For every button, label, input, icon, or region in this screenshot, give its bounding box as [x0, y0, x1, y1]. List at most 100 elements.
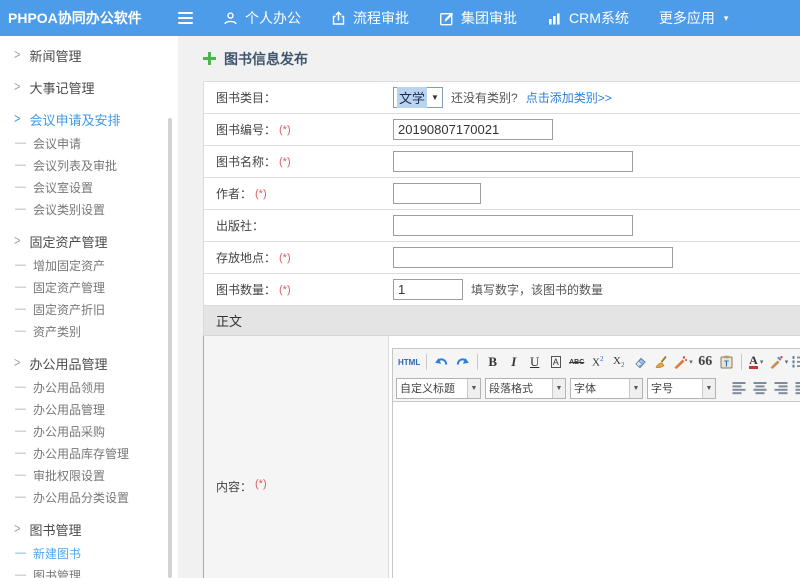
sidebar-item-label: 资产类别	[33, 323, 81, 340]
align-center-button[interactable]	[750, 378, 769, 398]
page-title: 图书信息发布	[203, 36, 800, 81]
bold-button[interactable]: B	[483, 352, 502, 372]
field-label-text: 图书名称：	[216, 153, 276, 170]
sidebar-item-label: 增加固定资产	[33, 257, 105, 274]
menu-item-label: CRM系统	[569, 8, 629, 28]
caret-down-icon: ▼	[702, 379, 715, 398]
format-clear-button[interactable]	[651, 352, 670, 372]
sidebar-item[interactable]: —办公用品分类设置	[0, 486, 178, 508]
font-size-select[interactable]: 字号▼	[647, 378, 716, 399]
sidebar-item-label: 办公用品领用	[33, 379, 105, 396]
blockquote-button[interactable]: 66	[696, 352, 715, 372]
custom-title-select[interactable]: 自定义标题▼	[396, 378, 481, 399]
sidebar-group-6[interactable]: >图书管理	[0, 518, 178, 540]
editor-content-area[interactable]	[393, 401, 800, 578]
sidebar-item[interactable]: —会议类别设置	[0, 198, 178, 220]
quantity-input[interactable]	[393, 279, 463, 300]
sidebar-item[interactable]: —图书管理	[0, 564, 178, 578]
sidebar-item[interactable]: —会议列表及审批	[0, 154, 178, 176]
sidebar-item[interactable]: —审批权限设置	[0, 464, 178, 486]
toolbar-separator	[477, 354, 478, 370]
underline-button[interactable]: U	[525, 352, 544, 372]
redo-button[interactable]	[453, 352, 472, 372]
align-justify-button[interactable]	[792, 378, 800, 398]
dash-icon: —	[15, 325, 26, 337]
sidebar-item[interactable]: — 资产类别	[0, 320, 178, 342]
chart-icon	[547, 11, 562, 26]
menu-item-crm-system[interactable]: CRM系统	[547, 8, 629, 28]
source-code-button[interactable]: HTML	[397, 352, 421, 372]
dash-icon: —	[15, 203, 26, 215]
sidebar-item[interactable]: —办公用品领用	[0, 376, 178, 398]
alignj-icon	[795, 381, 800, 395]
char-border-button[interactable]: A	[546, 352, 565, 372]
dash-icon: —	[15, 447, 26, 459]
sidebar-item-label: 会议室设置	[33, 179, 93, 196]
sidebar-group-label: 办公用品管理	[29, 354, 107, 373]
menu-item-label: 集团审批	[461, 8, 517, 28]
paint-format-button[interactable]: ▾	[672, 352, 694, 372]
dash-icon: —	[15, 569, 26, 578]
caret-down-icon: ▼	[428, 93, 442, 102]
form-row: 图书编号：(*)	[203, 114, 800, 146]
ordered-list-button[interactable]: ▾	[791, 352, 800, 372]
sidebar-item[interactable]: —增加固定资产	[0, 254, 178, 276]
subscript-button-glyph: X2	[613, 355, 624, 369]
svg-text:T: T	[724, 360, 729, 369]
book-category-select[interactable]: 文学▼	[393, 87, 443, 108]
menu-toggle-button[interactable]	[178, 9, 193, 27]
sidebar-scrollbar[interactable]	[168, 118, 172, 578]
publisher-input[interactable]	[393, 215, 633, 236]
sidebar-item-label: 固定资产管理	[33, 279, 105, 296]
author-input[interactable]	[393, 183, 481, 204]
paragraph-format-select[interactable]: 段落格式▼	[485, 378, 566, 399]
chevron-right-icon: >	[14, 356, 20, 371]
menu-item-more-apps[interactable]: 更多应用▾	[659, 8, 729, 28]
menu-item-personal-office[interactable]: 个人办公	[223, 8, 301, 28]
align-right-button[interactable]	[771, 378, 790, 398]
menu-item-flow-approval[interactable]: 流程审批	[331, 8, 409, 28]
italic-button[interactable]: I	[504, 352, 523, 372]
field-label: 图书数量：(*)	[204, 274, 389, 305]
field-label-text: 存放地点：	[216, 249, 276, 266]
strikethrough-button[interactable]: ABC	[567, 352, 586, 372]
chevron-right-icon: >	[14, 80, 20, 95]
undo-button[interactable]	[432, 352, 451, 372]
sidebar-item[interactable]: —办公用品库存管理	[0, 442, 178, 464]
menu-item-group-approval[interactable]: 集团审批	[439, 8, 517, 28]
sidebar-item[interactable]: —办公用品管理	[0, 398, 178, 420]
sidebar-group-1[interactable]: >新闻管理	[0, 44, 178, 66]
sidebar-item[interactable]: —固定资产管理	[0, 276, 178, 298]
dash-icon: —	[15, 159, 26, 171]
sidebar-item[interactable]: —固定资产折旧	[0, 298, 178, 320]
field-label-text: 图书类目：	[216, 89, 276, 106]
sidebar-item[interactable]: —会议申请	[0, 132, 178, 154]
align-left-button[interactable]	[729, 378, 748, 398]
rich-text-editor: HTMLBIUAABCX2X2▾66TA▾▾▾▾ 自定义标题▼段落格式▼字体▼字…	[392, 348, 800, 578]
subscript-button[interactable]: X2	[609, 352, 628, 372]
paste-button[interactable]: T	[717, 352, 736, 372]
menu-item-label: 流程审批	[353, 8, 409, 28]
caret-down-icon: ▼	[552, 379, 565, 398]
superscript-button[interactable]: X2	[588, 352, 607, 372]
sidebar-item-label: 审批权限设置	[33, 467, 105, 484]
font-color-button[interactable]: A▾	[747, 352, 766, 372]
sidebar-item[interactable]: —新建图书	[0, 542, 178, 564]
required-marker: (*)	[279, 156, 291, 168]
sidebar-group-2[interactable]: >大事记管理	[0, 76, 178, 98]
sidebar-item[interactable]: —会议室设置	[0, 176, 178, 198]
sidebar-group-3[interactable]: >会议申请及安排	[0, 108, 178, 130]
add-category-link[interactable]: 点击添加类别>>	[526, 89, 612, 106]
book-name-input[interactable]	[393, 151, 633, 172]
font-family-select[interactable]: 字体▼	[570, 378, 643, 399]
book-number-input[interactable]	[393, 119, 553, 140]
form-row: 出版社：	[203, 210, 800, 242]
eraser-button[interactable]	[630, 352, 649, 372]
sidebar-group-5[interactable]: > 办公用品管理	[0, 352, 178, 374]
sidebar-item[interactable]: —办公用品采购	[0, 420, 178, 442]
sidebar-group-4[interactable]: >固定资产管理	[0, 230, 178, 252]
editor-toolbar-row1: HTMLBIUAABCX2X2▾66TA▾▾▾▾	[393, 349, 800, 375]
location-input[interactable]	[393, 247, 673, 268]
highlight-color-button[interactable]: ▾	[768, 352, 790, 372]
dash-icon: —	[15, 547, 26, 559]
